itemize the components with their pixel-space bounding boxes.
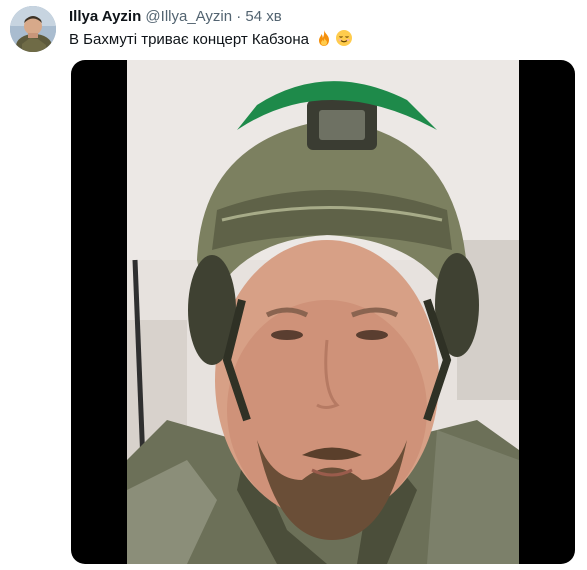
avatar[interactable] xyxy=(10,6,56,52)
author-name[interactable]: Illya Ayzin xyxy=(69,8,141,25)
soldier-selfie-image xyxy=(127,60,519,564)
tweet-header: Illya Ayzin @Illya_Ayzin · 54 хв xyxy=(69,8,282,26)
fire-emoji-icon xyxy=(315,29,333,53)
tweet-text-body: В Бахмуті триває концерт Кабзона xyxy=(69,31,309,48)
author-handle[interactable]: @Illya_Ayzin xyxy=(145,8,232,25)
avatar-image xyxy=(10,6,56,52)
tweet-text: В Бахмуті триває концерт Кабзона xyxy=(69,29,353,53)
relieved-face-emoji-icon xyxy=(335,29,353,53)
video-frame xyxy=(127,60,519,564)
tweet-media-video[interactable] xyxy=(71,60,575,564)
tweet[interactable]: Illya Ayzin @Illya_Ayzin · 54 хв В Бахму… xyxy=(0,0,587,570)
tweet-timestamp[interactable]: 54 хв xyxy=(245,8,281,25)
separator-dot: · xyxy=(236,8,242,25)
